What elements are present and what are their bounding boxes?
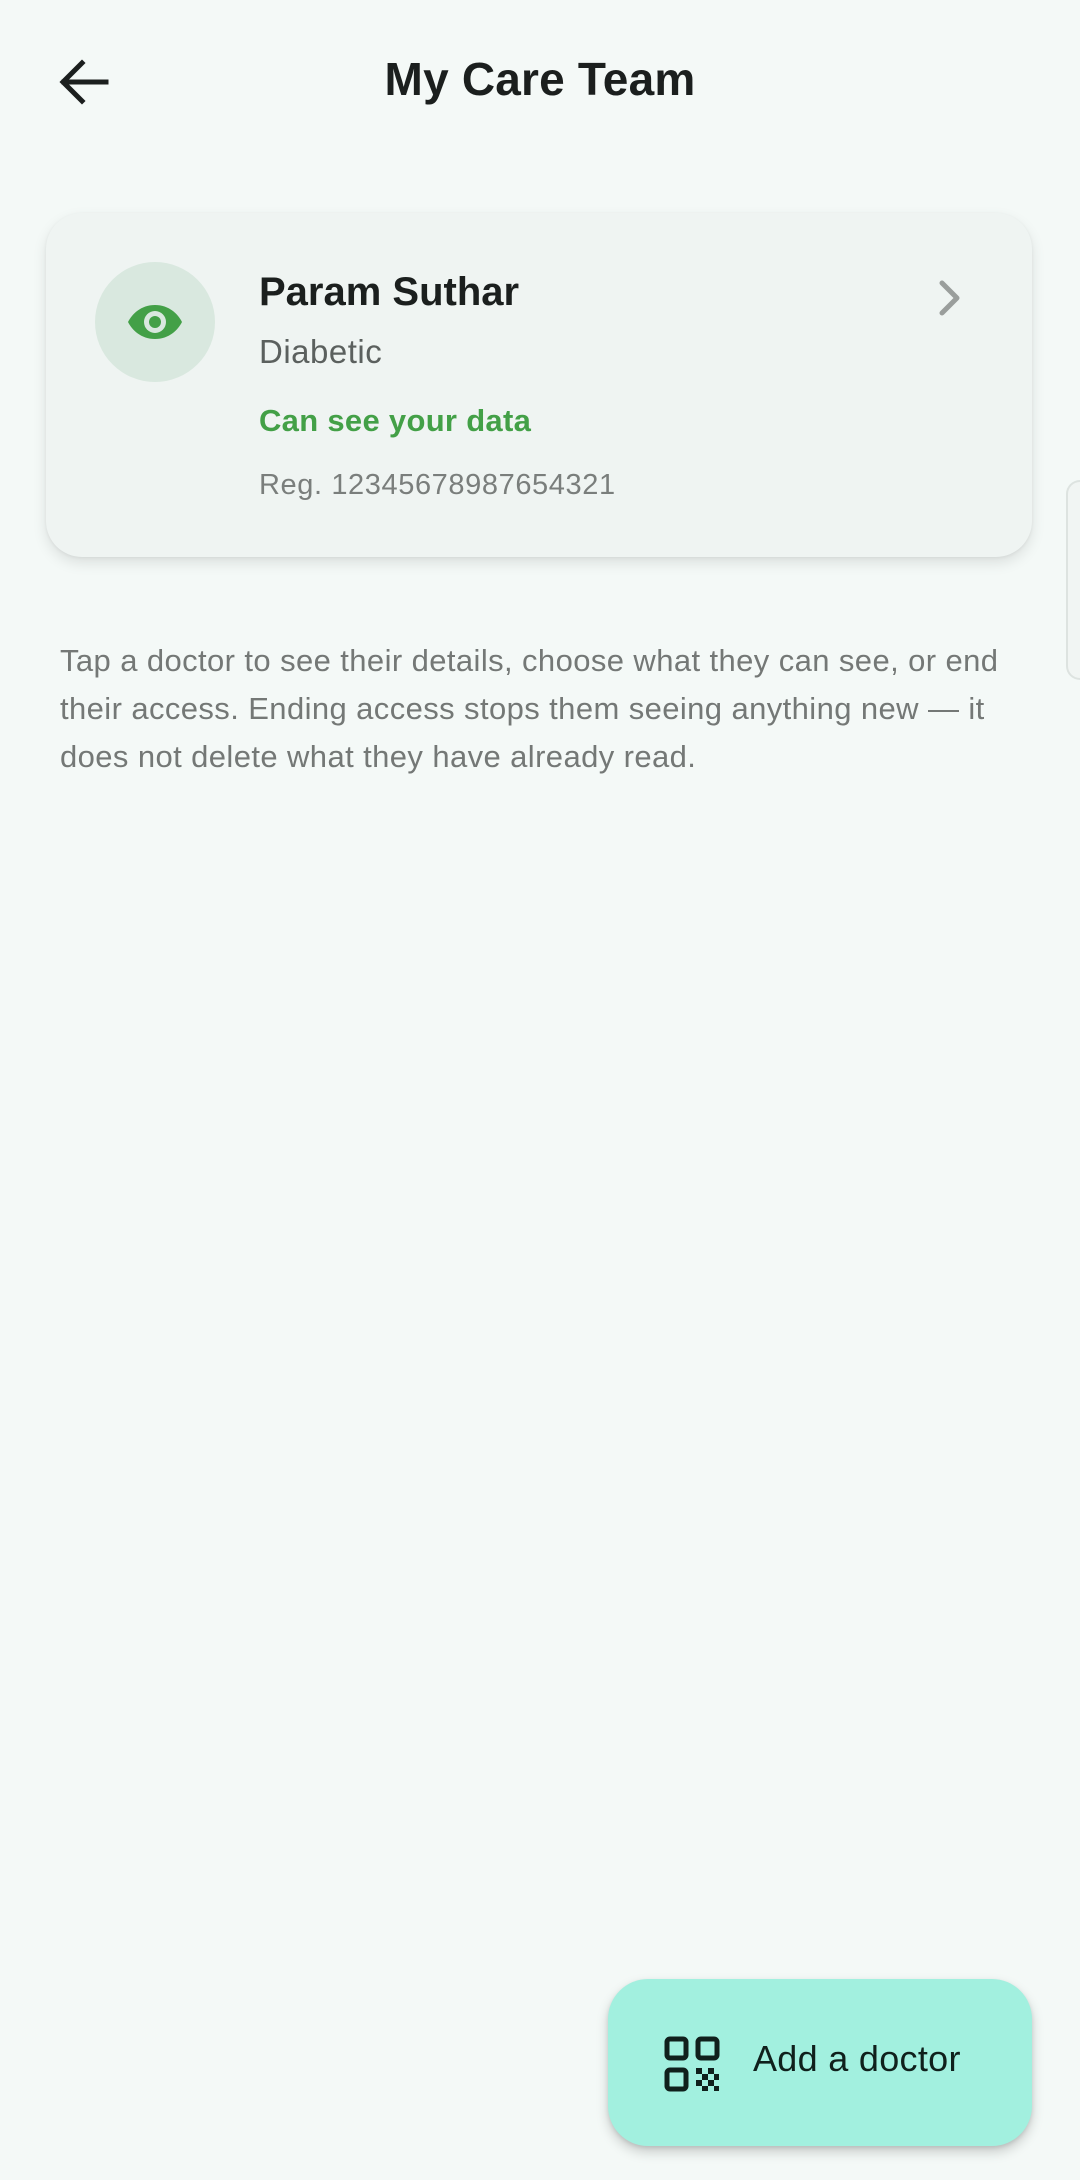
add-doctor-label: Add a doctor xyxy=(753,2038,961,2079)
edge-handle xyxy=(1066,480,1080,680)
app-bar: My Care Team xyxy=(0,0,1080,165)
care-team-card[interactable]: Param Suthar Diabetic Can see your data … xyxy=(46,213,1032,557)
doctor-specialty: Diabetic xyxy=(259,333,383,370)
qr-code-icon xyxy=(664,2036,720,2092)
doctor-name: Param Suthar xyxy=(259,270,520,314)
chevron-right-icon xyxy=(930,275,970,321)
eye-icon xyxy=(128,305,182,339)
add-doctor-button[interactable]: Add a doctor xyxy=(608,1979,1032,2146)
page-title: My Care Team xyxy=(384,53,696,105)
access-status: Can see your data xyxy=(259,403,532,438)
avatar xyxy=(95,262,215,382)
help-text: Tap a doctor to see their details, choos… xyxy=(60,643,999,774)
registration-number: Reg. 12345678987654321 xyxy=(259,469,616,501)
